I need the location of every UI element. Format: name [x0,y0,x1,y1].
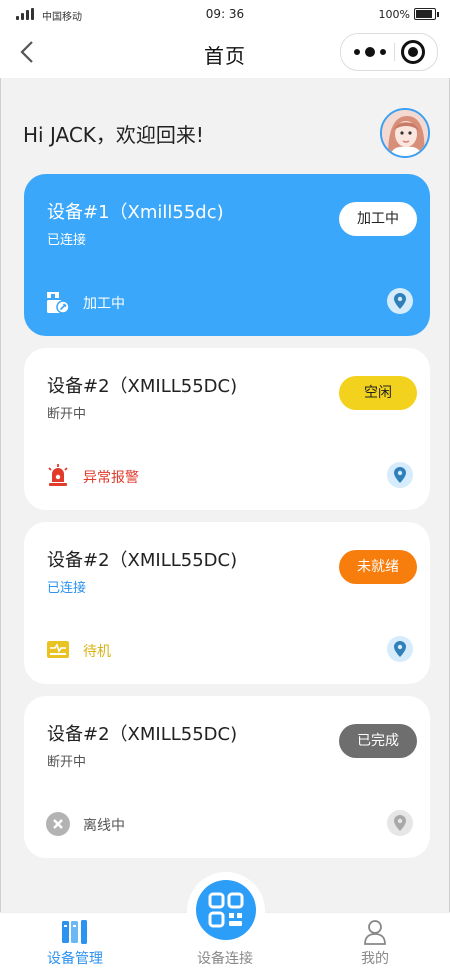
offline-icon [46,812,70,836]
device-status-label: 异常报警 [83,470,139,486]
device-card-4[interactable]: 设备#2（XMILL55DC) 断开中 已完成 离线中 [24,696,430,858]
standby-icon [46,638,70,662]
device-card-1[interactable]: 设备#1（Xmill55dc) 已连接 加工中 加工中 [24,174,430,336]
tab-device-management[interactable]: 设备管理 [0,913,150,974]
device-name: 设备#2（XMILL55DC) [47,724,238,745]
map-pin-icon [394,467,406,483]
map-pin-icon [394,815,406,831]
status-badge: 加工中 [339,202,417,236]
tab-label: 设备连接 [197,951,253,967]
connection-status: 断开中 [47,407,87,422]
location-button[interactable] [387,636,413,662]
device-card-2[interactable]: 设备#2（XMILL55DC) 断开中 空闲 异常报警 [24,348,430,510]
status-badge: 未就绪 [339,550,417,584]
location-button[interactable] [387,288,413,314]
device-card-3[interactable]: 设备#2（XMILL55DC) 已连接 未就绪 待机 [24,522,430,684]
tab-label: 我的 [361,951,389,967]
connection-status: 已连接 [47,581,87,596]
alarm-icon [46,464,70,488]
user-icon [364,920,386,945]
machining-icon [46,290,70,314]
device-status-label: 待机 [83,644,111,660]
map-pin-icon [394,641,406,657]
connection-status: 已连接 [47,233,87,248]
device-name: 设备#2（XMILL55DC) [47,550,238,571]
avatar[interactable] [380,108,430,158]
tab-label: 设备管理 [47,951,103,967]
status-badge: 空闲 [339,376,417,410]
close-mini-program-button[interactable] [401,40,425,64]
mini-program-capsule [340,33,438,71]
tab-mine[interactable]: 我的 [300,913,450,974]
battery-icon [414,8,439,20]
location-button[interactable] [387,462,413,488]
map-pin-icon [394,293,406,309]
nav-bar: 首页 [0,28,450,78]
qr-scan-icon [208,892,244,928]
status-badge: 已完成 [339,724,417,758]
battery-level: 100% [378,8,410,21]
device-management-icon [62,920,87,944]
more-button[interactable] [351,34,389,70]
device-name: 设备#2（XMILL55DC) [47,376,238,397]
connection-status: 断开中 [47,755,87,770]
greeting-text: Hi JACK，欢迎回来! [23,123,204,147]
scan-connect-button[interactable] [187,872,265,950]
device-status-label: 离线中 [83,818,125,834]
user-avatar-image [382,110,428,156]
status-bar: 中国移动 09: 36 100% [0,0,450,28]
capsule-divider [394,43,395,61]
location-button[interactable] [387,810,413,836]
device-name: 设备#1（Xmill55dc) [47,202,224,223]
device-status-label: 加工中 [83,296,125,312]
scan-button-circle [196,880,256,940]
